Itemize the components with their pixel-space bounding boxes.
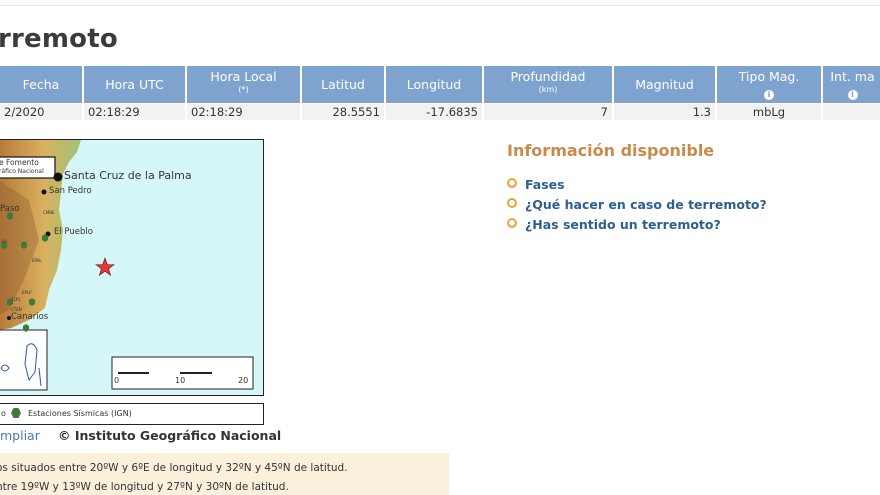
bullet-icon [507,218,517,228]
info-icon[interactable]: i [764,90,774,100]
place-santa-cruz: Santa Cruz de la Palma [64,169,192,182]
place-el-pueblo: El Pueblo [54,227,93,237]
cell-latitud: 28.5551 [302,104,386,120]
region-note: os situados entre 20ºW y 6ºE de longitud… [0,453,449,495]
col-header-fecha[interactable]: Fecha [0,66,84,103]
header-label: Latitud [321,77,365,92]
scale-label-mid: 10 [175,376,186,385]
cell-profundidad: 7 [484,104,614,120]
header-sublabel: (*) [238,85,249,94]
cell-longitud: -17.6835 [386,104,484,120]
cell-magnitud: 1.3 [614,104,717,120]
station-hexagon-icon [11,408,21,418]
cell-fecha: 2/2020 [0,104,84,120]
link-label: Fases [525,177,565,192]
header-label: Magnitud [635,77,694,92]
scale-label-min: 0 [114,376,120,385]
info-title: Información disponible [507,141,715,160]
link-label: ¿Has sentido un terremoto? [525,217,721,232]
top-border [0,0,880,6]
header-label: Hora UTC [105,77,164,92]
scale-label-max: 20 [238,376,249,385]
epicenter-star [95,257,115,276]
link-que-hacer[interactable]: ¿Qué hacer en caso de terremoto? [507,197,767,212]
cell-hora-local: 02:18:29 [187,104,302,120]
header-label: Hora Local [210,69,277,84]
cell-int-max [823,104,880,120]
cell-tipo-mag: mbLg [717,104,823,120]
col-header-latitud[interactable]: Latitud [302,66,386,103]
station-code: CTEN [11,307,22,312]
note-line: ntre 19ºW y 13ºW de longitud y 27ºN y 30… [0,481,289,493]
header-label: Fecha [22,77,60,92]
station-code: TLP1 [11,297,21,302]
ign-copyright: © Instituto Geográfico Nacional [58,428,282,443]
legend-stations-label: Estaciones Sísmicas (IGN) [28,409,132,418]
cell-hora-utc: 02:18:29 [84,104,187,120]
legend-left-text: o [1,409,6,418]
page-title: rremoto [0,24,118,54]
place-canarios: Canarios [11,312,49,322]
col-header-tipo-mag[interactable]: Tipo Mag. i [717,66,823,103]
station-code: CMBE [43,210,55,215]
header-label: Tipo Mag. [738,69,800,84]
col-header-int-max[interactable]: Int. ma i [823,66,880,103]
info-icon[interactable]: i [847,90,858,100]
agency-line: e Fomento [0,158,39,167]
header-sublabel: (km) [538,85,558,94]
place-paso: Paso [0,204,20,214]
header-label: Longitud [406,77,462,92]
link-fases[interactable]: Fases [507,177,565,192]
bullet-icon [507,198,517,208]
map-legend: o Estaciones Sísmicas (IGN) [0,403,264,425]
link-has-sentido[interactable]: ¿Has sentido un terremoto? [507,217,721,232]
agency-line: ráfico Nacional [0,168,44,175]
enlarge-link[interactable]: mpliar [0,428,40,443]
header-label: Profundidad [510,69,586,84]
col-header-hora-utc[interactable]: Hora UTC [84,66,187,103]
col-header-profundidad[interactable]: Profundidad (km) [484,66,614,103]
town-marker [53,172,63,182]
station-code: EPAL [32,258,42,263]
station-code: EPLP [22,290,32,295]
epicenter-map[interactable]: e Fomento ráfico Nacional Santa Cruz de … [0,139,264,396]
header-label: Int. ma [830,69,875,84]
col-header-magnitud[interactable]: Magnitud [614,66,717,103]
bullet-icon [507,178,517,188]
col-header-longitud[interactable]: Longitud [386,66,484,103]
col-header-hora-local[interactable]: Hora Local (*) [187,66,302,103]
link-label: ¿Qué hacer en caso de terremoto? [525,197,767,212]
place-san-pedro: San Pedro [49,186,92,196]
note-line: os situados entre 20ºW y 6ºE de longitud… [0,462,348,474]
agency-label: e Fomento ráfico Nacional [0,158,44,176]
station-code: LP [2,239,7,244]
